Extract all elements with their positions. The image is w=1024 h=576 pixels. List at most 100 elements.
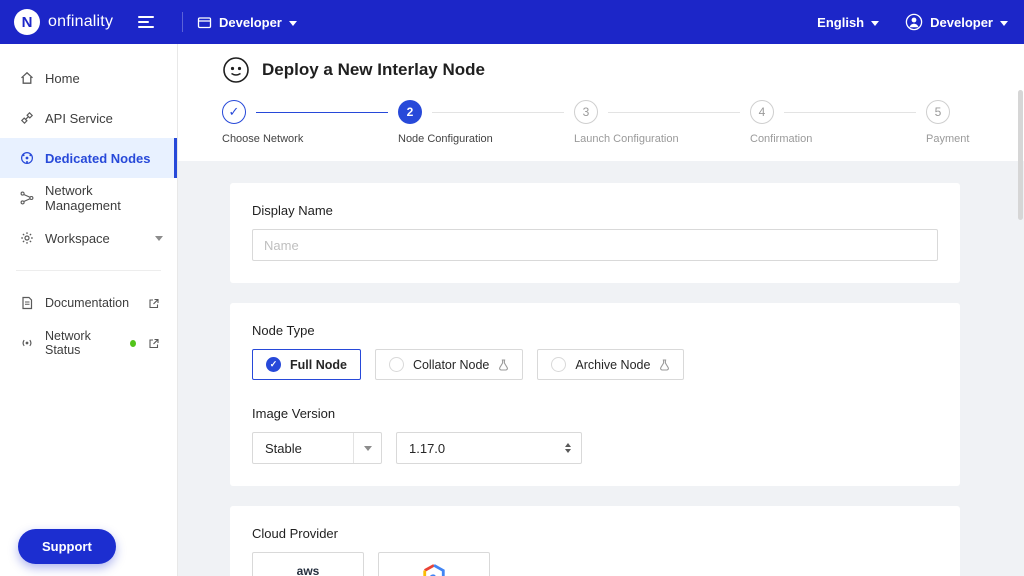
select-arrows-icon: [565, 443, 571, 453]
external-link-icon: [149, 338, 159, 348]
step-launch-configuration: 3 Launch Configuration: [574, 100, 750, 145]
step-connector: [608, 111, 740, 113]
chevron-down-icon: [155, 235, 163, 241]
scrollbar-thumb[interactable]: [1018, 90, 1023, 220]
sidebar-collapse-button[interactable]: [138, 7, 168, 37]
sidebar-link-label: Documentation: [45, 296, 130, 310]
workspace-switcher[interactable]: Developer: [197, 15, 297, 30]
cloud-provider-card: Cloud Provider aws Amazon Web Services: [230, 506, 960, 576]
sidebar-item-api-service[interactable]: API Service: [0, 98, 177, 138]
google-cloud-logo-icon: [423, 563, 445, 576]
node-type-option-label: Full Node: [290, 357, 347, 372]
api-icon: [20, 111, 34, 125]
app-window: N onfinality Developer English Developer…: [0, 0, 1024, 576]
step-payment: 5 Payment: [926, 100, 984, 145]
cloud-provider-label: Cloud Provider: [252, 526, 338, 541]
topbar-divider: [182, 12, 183, 32]
user-menu-label: Developer: [930, 14, 993, 30]
step-connector: [784, 111, 916, 113]
node-type-collator-node[interactable]: Collator Node: [374, 349, 524, 380]
status-online-dot: [130, 339, 136, 347]
release-channel-select[interactable]: Stable: [252, 432, 382, 464]
brand[interactable]: N onfinality: [14, 9, 132, 35]
aws-logo-icon: aws: [296, 564, 320, 576]
page-header: Deploy a New Interlay Node ✓ Choose Netw…: [178, 44, 1024, 161]
sidebar-item-home[interactable]: Home: [0, 58, 177, 98]
topbar: N onfinality Developer English Developer: [0, 0, 1024, 44]
sidebar-link-documentation[interactable]: Documentation: [0, 283, 177, 323]
display-name-label: Display Name: [252, 203, 333, 218]
image-version-value: 1.17.0: [409, 440, 446, 456]
form-area: Display Name Node Type ✓ Full Node Colla…: [178, 161, 1024, 576]
sidebar-item-network-management[interactable]: Network Management: [0, 178, 177, 218]
chevron-down-icon: [363, 445, 372, 451]
sidebar-item-label: Home: [45, 70, 80, 86]
experiment-icon: [659, 358, 670, 371]
sidebar-item-workspace[interactable]: Workspace: [0, 218, 177, 258]
workspace-switcher-label: Developer: [219, 14, 282, 30]
select-caret: [353, 433, 381, 463]
step-check-icon: ✓: [222, 100, 246, 124]
step-label: Payment: [926, 133, 970, 145]
sidebar-link-label: Network Status: [45, 329, 91, 357]
step-number: 4: [750, 100, 774, 124]
broadcast-icon: [22, 339, 32, 347]
image-version-label: Image Version: [252, 406, 336, 421]
radio-unchecked-icon: [388, 357, 404, 372]
node-type-option-label: Collator Node: [412, 357, 490, 372]
stepper: ✓ Choose Network 2 Node Configuration 3 …: [222, 100, 984, 145]
language-label: English: [817, 14, 865, 30]
step-label: Choose Network: [222, 133, 304, 145]
sidebar-item-dedicated-nodes[interactable]: Dedicated Nodes: [0, 138, 177, 178]
sidebar-link-network-status[interactable]: Network Status: [0, 323, 177, 363]
node-type-label: Node Type: [252, 323, 315, 338]
nodes-icon: [20, 151, 34, 165]
node-type-full-node[interactable]: ✓ Full Node: [252, 349, 361, 380]
external-link-icon: [149, 298, 159, 308]
home-icon: [21, 71, 33, 84]
language-menu[interactable]: English: [817, 14, 880, 30]
step-label: Launch Configuration: [574, 133, 679, 145]
step-number: 3: [574, 100, 598, 124]
sidebar-item-label: Network Management: [45, 183, 121, 213]
node-type-option-label: Archive Node: [575, 357, 651, 372]
sidebar-item-label: Workspace: [45, 230, 110, 246]
sidebar: Home API Service Dedicated Nodes Network…: [0, 44, 178, 576]
interlay-logo-icon: [223, 57, 249, 83]
release-channel-value: Stable: [265, 440, 302, 456]
scrollbar[interactable]: [1018, 90, 1023, 574]
node-type-archive-node[interactable]: Archive Node: [537, 349, 685, 380]
step-confirmation: 4 Confirmation: [750, 100, 926, 145]
step-label: Node Configuration: [398, 133, 493, 145]
step-connector: [432, 111, 564, 113]
chevron-down-icon: [1000, 20, 1008, 26]
chevron-down-icon: [871, 20, 880, 26]
step-label: Confirmation: [750, 133, 813, 145]
network-management-icon: [20, 191, 34, 205]
user-avatar-icon: [905, 13, 923, 31]
step-choose-network: ✓ Choose Network: [222, 100, 398, 145]
step-number: 2: [398, 100, 422, 124]
main-content: Deploy a New Interlay Node ✓ Choose Netw…: [178, 44, 1024, 576]
radio-unchecked-icon: [551, 357, 567, 372]
gear-icon: [21, 232, 33, 244]
user-menu[interactable]: Developer: [905, 13, 1008, 31]
sidebar-item-label: Dedicated Nodes: [45, 150, 151, 166]
brand-name: onfinality: [48, 13, 114, 30]
step-number: 5: [926, 100, 950, 124]
experiment-icon: [498, 358, 509, 371]
provider-aws[interactable]: aws Amazon Web Services: [252, 552, 364, 576]
document-icon: [22, 296, 33, 310]
image-version-select[interactable]: 1.17.0: [396, 432, 582, 464]
menu-icon: [138, 16, 154, 18]
display-name-input[interactable]: [252, 229, 938, 261]
support-button[interactable]: Support: [18, 529, 116, 564]
step-node-configuration: 2 Node Configuration: [398, 100, 574, 145]
sidebar-item-label: API Service: [45, 110, 113, 126]
chevron-down-icon: [288, 20, 297, 26]
workspace-switcher-icon: [197, 16, 212, 28]
step-connector: [256, 111, 388, 113]
radio-checked-icon: ✓: [266, 357, 281, 372]
onfinality-logo-icon: N: [14, 9, 40, 35]
provider-google-cloud[interactable]: Google Cloud Platform: [378, 552, 490, 576]
